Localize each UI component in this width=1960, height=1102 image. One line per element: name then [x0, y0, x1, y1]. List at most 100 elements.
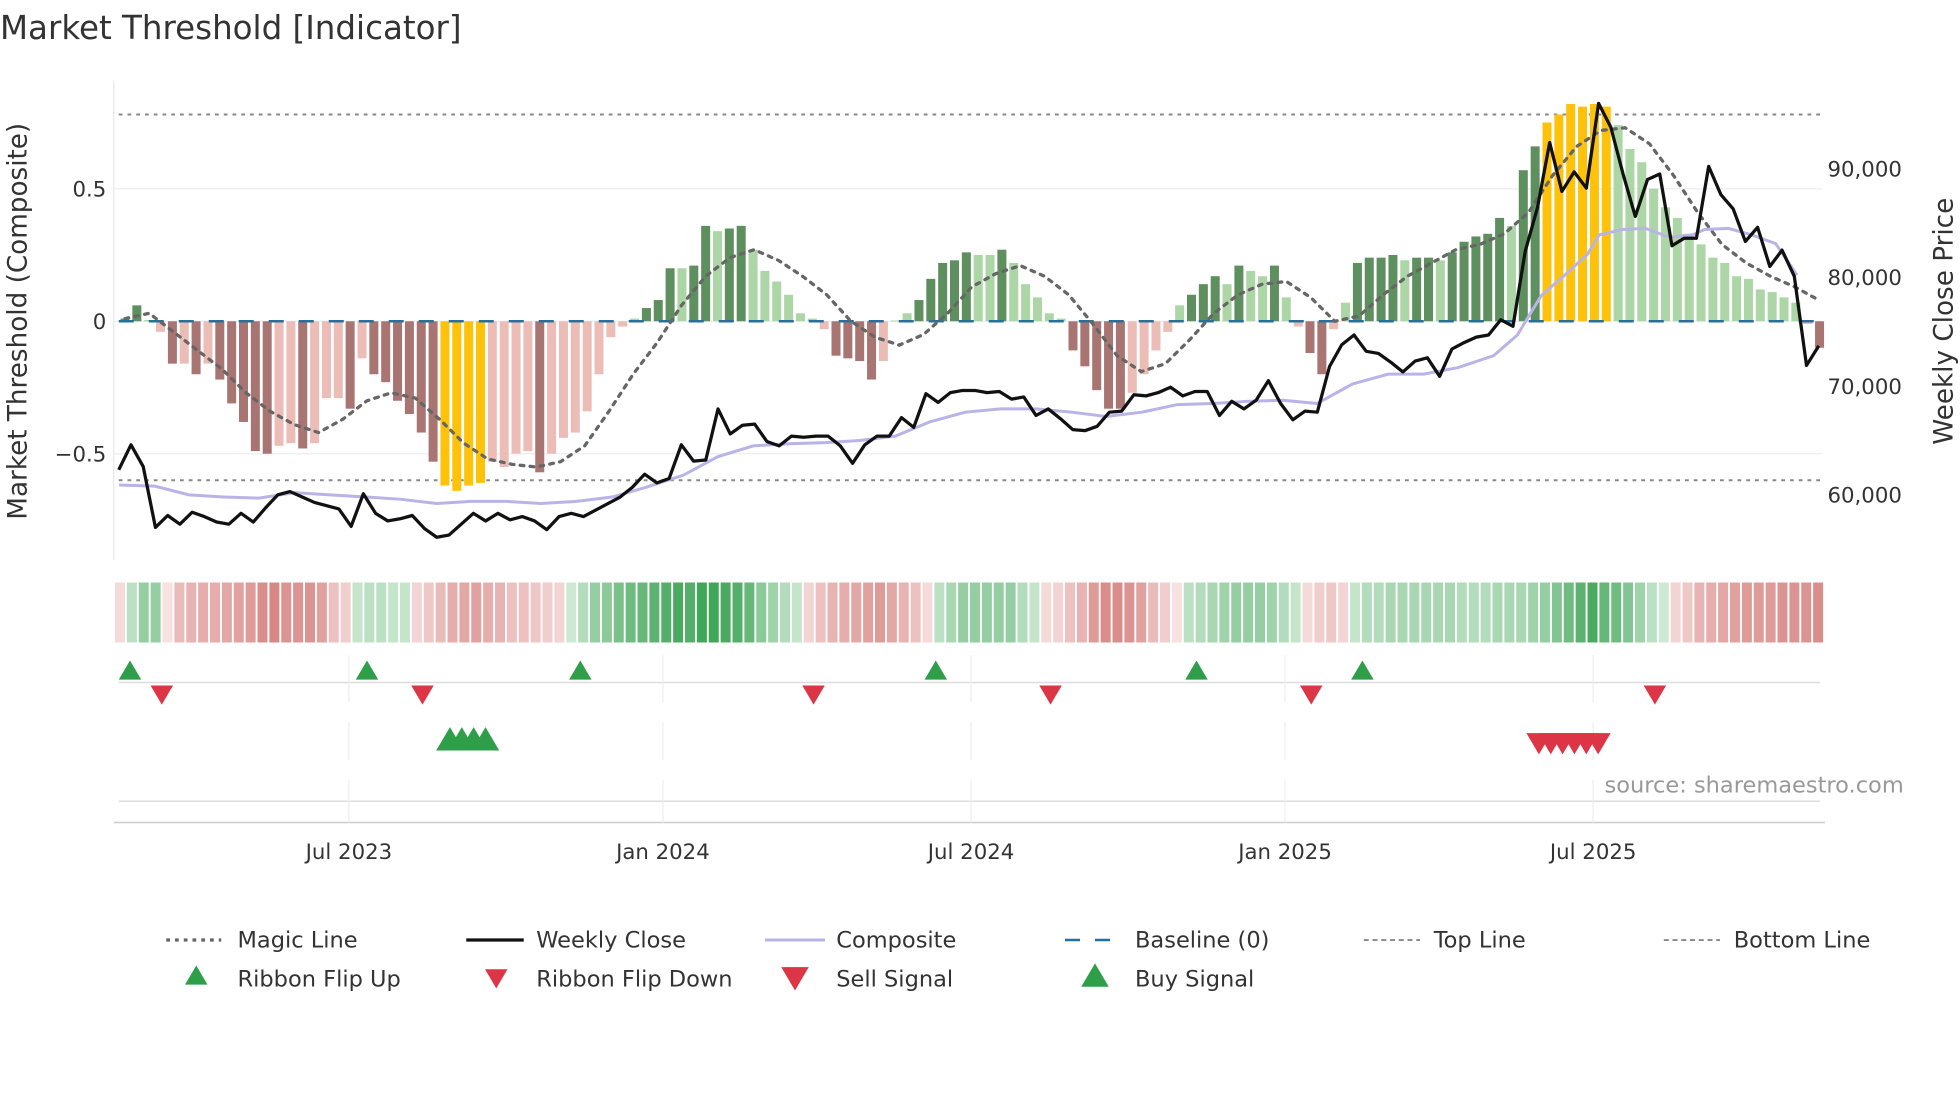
ribbon-flip-down-marker: [1643, 685, 1667, 705]
composite-bar: [973, 255, 983, 322]
ribbon-cell: [138, 582, 149, 643]
composite-bar: [689, 265, 699, 322]
composite-bar: [262, 321, 272, 454]
legend-label: Composite: [836, 928, 956, 954]
composite-bar: [795, 313, 805, 322]
ribbon-cell: [791, 582, 802, 643]
ribbon-cell: [459, 582, 470, 643]
composite-bar: [1649, 188, 1659, 322]
ribbon-cell: [685, 582, 695, 643]
ribbon-cell: [708, 582, 719, 643]
composite-bar: [1021, 284, 1031, 322]
composite-bar: [547, 321, 557, 454]
ribbon-cell: [720, 582, 731, 643]
ribbon-cell: [1207, 582, 1218, 643]
ribbon-flip-down-marker: [1300, 685, 1323, 705]
ribbon-cell: [1171, 582, 1182, 643]
legend: Magic Line Weekly Close Composite Baseline …: [166, 928, 1870, 992]
x-tick-label: Jan 2024: [614, 840, 710, 865]
ribbon-cell: [1575, 582, 1586, 643]
ribbon-cell: [1361, 582, 1372, 643]
composite-bar: [1779, 297, 1789, 322]
ribbon-flip-down-marker: [1039, 685, 1062, 705]
composite-bar: [582, 321, 592, 412]
composite-bar: [357, 321, 367, 359]
ribbon-cell: [1314, 582, 1325, 643]
ribbon-cell: [423, 582, 434, 643]
composite-bar: [452, 321, 462, 491]
ribbon-cell: [115, 582, 125, 643]
ribbon-cell: [400, 582, 410, 643]
ribbon-cell: [613, 582, 624, 643]
ribbon-cell: [1718, 582, 1729, 643]
ribbon-cell: [1266, 582, 1277, 643]
ribbon-cell: [1551, 582, 1562, 643]
composite-bar: [1459, 241, 1469, 322]
ribbon-cell: [1813, 582, 1824, 643]
legend-label: Ribbon Flip Up: [238, 966, 401, 992]
composite-bar: [440, 321, 450, 486]
ribbon-cell: [696, 582, 707, 643]
composite-bar: [772, 281, 782, 322]
composite-bar: [1483, 233, 1493, 322]
composite-bar: [867, 321, 877, 380]
ribbon-cell: [946, 582, 957, 643]
ribbon-cell: [1231, 582, 1242, 643]
composite-bar: [1684, 233, 1694, 322]
ribbon-cell: [1623, 582, 1634, 643]
ribbon-cell: [1789, 582, 1800, 643]
ribbon-cell: [1017, 582, 1028, 643]
composite-bar: [843, 321, 853, 359]
ribbon-flip-up-marker: [1185, 660, 1208, 680]
composite-bar: [1281, 297, 1291, 322]
ribbon-cell: [601, 582, 612, 643]
ribbon-cell: [1753, 582, 1764, 643]
ribbon-cell: [993, 582, 1004, 643]
ribbon-cell: [744, 582, 755, 643]
ribbon-cell: [495, 582, 505, 643]
ribbon-cell: [1468, 582, 1479, 643]
ribbon-cell: [530, 582, 541, 643]
composite-bar: [239, 321, 248, 422]
legend-triangle-up-icon: [185, 965, 208, 985]
composite-bar: [653, 300, 663, 322]
left-tick-label: 0: [93, 310, 107, 335]
composite-bar: [1080, 321, 1090, 367]
ribbon-cell: [625, 582, 636, 643]
composite-bar: [476, 321, 485, 483]
market-threshold-chart: Market Threshold [Indicator] 0.5 0 −0.5 90,…: [0, 9, 1960, 992]
ribbon-cell: [1611, 582, 1622, 643]
right-tick-label: 60,000: [1828, 484, 1902, 509]
composite-bar: [1009, 262, 1019, 322]
composite-bar: [641, 308, 651, 322]
ribbon-cell: [922, 582, 933, 643]
ribbon-cell: [411, 582, 422, 643]
ribbon-cell: [1801, 582, 1812, 643]
x-tick-label: Jul 2024: [926, 840, 1014, 865]
right-tick-label: 70,000: [1828, 375, 1902, 400]
ribbon-cell: [637, 582, 648, 643]
composite-bar: [1566, 103, 1576, 322]
ribbon-cell: [1706, 582, 1717, 643]
ribbon-cell: [851, 582, 862, 643]
composite-bar: [760, 270, 770, 322]
ribbon-cell: [1243, 582, 1254, 643]
x-tick-label: Jan 2025: [1236, 840, 1332, 865]
composite-bar: [618, 321, 628, 327]
chart-title: Market Threshold [Indicator]: [0, 9, 462, 47]
composite-bar: [1412, 257, 1422, 322]
composite-bar: [1625, 149, 1635, 322]
ribbon-cell: [1741, 582, 1752, 643]
ribbon-cell: [1076, 582, 1087, 643]
x-tick-label: Jul 2025: [1548, 840, 1636, 865]
ribbon-cell: [1445, 582, 1455, 643]
composite-bar: [1471, 236, 1481, 322]
composite-bar: [1175, 305, 1185, 322]
legend-label: Ribbon Flip Down: [536, 966, 732, 992]
ribbon-cell: [875, 582, 885, 643]
x-tick-label: Jul 2023: [304, 840, 392, 865]
composite-bar: [1139, 321, 1149, 375]
ribbon-cell: [1587, 582, 1598, 643]
ribbon-cell: [1136, 582, 1147, 643]
composite-bar: [1696, 244, 1706, 322]
